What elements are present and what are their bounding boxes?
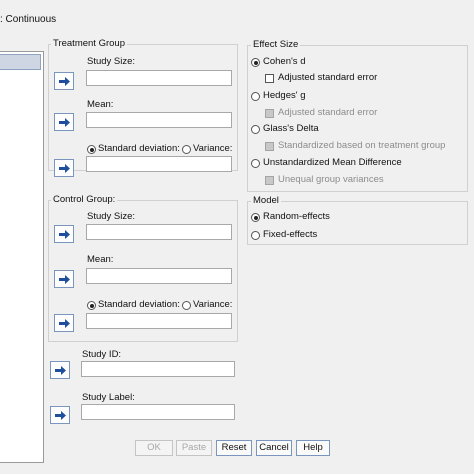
glass-delta-label: Glass's Delta — [263, 123, 319, 134]
cohens-d-radio[interactable] — [251, 58, 260, 67]
arrow-right-icon — [59, 164, 70, 173]
treatment-variance-radio[interactable] — [182, 145, 191, 154]
unequal-variances-checkbox[interactable] — [265, 176, 274, 185]
arrow-right-icon — [59, 230, 70, 239]
control-study-size-field[interactable] — [86, 224, 232, 240]
arrow-right-icon — [59, 118, 70, 127]
glass-delta-radio[interactable] — [251, 125, 260, 134]
standardized-treatment-label: Standardized based on treatment group — [278, 140, 446, 151]
treatment-sd-label: Standard deviation: — [98, 143, 180, 154]
study-label-move-button[interactable] — [50, 406, 70, 424]
control-sd-field[interactable] — [86, 313, 232, 329]
arrow-right-icon — [55, 366, 66, 375]
variable-list[interactable] — [0, 51, 44, 463]
fixed-effects-radio[interactable] — [251, 231, 260, 240]
treatment-study-size-label: Study Size: — [87, 56, 136, 67]
study-label-field[interactable] — [81, 404, 235, 420]
unstandardized-label: Unstandardized Mean Difference — [263, 157, 402, 168]
help-button[interactable]: Help — [296, 440, 330, 456]
study-label-label: Study Label: — [82, 392, 135, 403]
treatment-sd-radio[interactable] — [87, 145, 96, 154]
control-variance-label: Variance: — [193, 299, 233, 310]
standardized-treatment-checkbox[interactable] — [265, 142, 274, 151]
arrow-right-icon — [59, 275, 70, 284]
unequal-variances-label: Unequal group variances — [278, 174, 384, 185]
cohens-d-label: Cohen's d — [263, 56, 306, 67]
hedges-g-label: Hedges' g — [263, 90, 306, 101]
treatment-study-size-field[interactable] — [86, 70, 232, 86]
treatment-variance-label: Variance: — [193, 143, 233, 154]
study-id-field[interactable] — [81, 361, 235, 377]
control-group-label: Control Group: — [51, 194, 118, 205]
study-id-move-button[interactable] — [50, 361, 70, 379]
effect-size-label: Effect Size — [251, 39, 301, 50]
arrow-right-icon — [55, 411, 66, 420]
arrow-right-icon — [59, 319, 70, 328]
control-sd-move-button[interactable] — [54, 314, 74, 332]
reset-button[interactable]: Reset — [216, 440, 252, 456]
treatment-sd-field[interactable] — [86, 156, 232, 172]
hedges-g-radio[interactable] — [251, 92, 260, 101]
cohens-d-adjusted-se-checkbox[interactable] — [265, 74, 274, 83]
model-label: Model — [251, 195, 281, 206]
control-sd-label: Standard deviation: — [98, 299, 180, 310]
control-study-size-move-button[interactable] — [54, 225, 74, 243]
hedges-g-adjusted-se-checkbox[interactable] — [265, 109, 274, 118]
treatment-mean-move-button[interactable] — [54, 113, 74, 131]
treatment-mean-label: Mean: — [87, 99, 114, 110]
control-mean-move-button[interactable] — [54, 270, 74, 288]
effect-size-box — [247, 45, 468, 192]
random-effects-radio[interactable] — [251, 213, 260, 222]
fixed-effects-label: Fixed-effects — [263, 229, 318, 240]
control-mean-field[interactable] — [86, 268, 232, 284]
control-study-size-label: Study Size: — [87, 211, 136, 222]
hedges-g-adjusted-se-label: Adjusted standard error — [278, 107, 378, 118]
study-id-label: Study ID: — [82, 349, 122, 360]
paste-button[interactable]: Paste — [176, 440, 212, 456]
control-sd-radio[interactable] — [87, 301, 96, 310]
cancel-button[interactable]: Cancel — [256, 440, 292, 456]
variable-list-selected-item[interactable] — [0, 54, 41, 70]
treatment-sd-move-button[interactable] — [54, 159, 74, 177]
treatment-mean-field[interactable] — [86, 112, 232, 128]
cohens-d-adjusted-se-label: Adjusted standard error — [278, 72, 378, 83]
unstandardized-radio[interactable] — [251, 159, 260, 168]
treatment-study-size-move-button[interactable] — [54, 72, 74, 90]
treatment-group-label: Treatment Group — [51, 38, 127, 49]
arrow-right-icon — [59, 77, 70, 86]
control-variance-radio[interactable] — [182, 301, 191, 310]
control-mean-label: Mean: — [87, 254, 114, 265]
random-effects-label: Random-effects — [263, 211, 330, 222]
dialog-title: : Continuous — [0, 14, 57, 25]
ok-button[interactable]: OK — [135, 440, 173, 456]
